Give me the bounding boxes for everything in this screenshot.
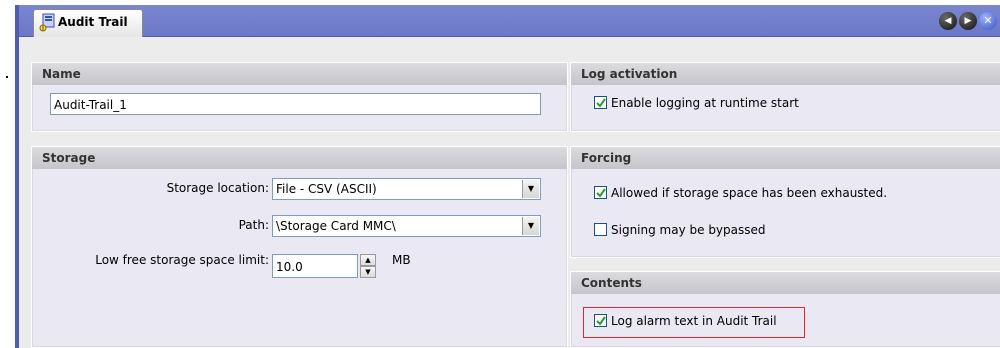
chevron-down-icon[interactable]: ▼: [522, 180, 539, 198]
storage-limit-input[interactable]: 10.0: [272, 254, 358, 278]
allowed-exhausted-checkbox[interactable]: [594, 186, 607, 199]
enable-logging-option[interactable]: Enable logging at runtime start: [594, 96, 799, 110]
enable-logging-label: Enable logging at runtime start: [611, 96, 799, 110]
storage-panel: Storage Storage location: File - CSV (AS…: [31, 146, 568, 348]
storage-panel-header: Storage: [32, 147, 567, 169]
storage-limit-unit: MB: [392, 253, 411, 267]
next-arrow-icon[interactable]: ▶: [959, 12, 977, 30]
log-alarm-option[interactable]: Log alarm text in Audit Trail: [594, 314, 777, 328]
tab-audit-trail[interactable]: Audit Trail: [33, 9, 143, 38]
audit-trail-icon: [38, 13, 56, 33]
path-value: \Storage Card MMC\: [276, 219, 396, 233]
log-activation-header: Log activation: [571, 63, 1000, 85]
contents-panel: Contents Log alarm text in Audit Trail: [570, 271, 1000, 348]
forcing-header: Forcing: [571, 147, 1000, 169]
name-panel: Name Audit-Trail_1: [31, 62, 568, 132]
editor-content: Name Audit-Trail_1 Storage Storage locat…: [19, 37, 1000, 348]
allowed-exhausted-label: Allowed if storage space has been exhaus…: [611, 186, 888, 200]
path-label: Path:: [238, 218, 269, 232]
tab-label: Audit Trail: [58, 15, 128, 29]
log-alarm-label: Log alarm text in Audit Trail: [611, 314, 777, 328]
log-activation-panel: Log activation Enable logging at runtime…: [570, 62, 1000, 132]
name-field[interactable]: Audit-Trail_1: [50, 93, 541, 115]
allowed-exhausted-option[interactable]: Allowed if storage space has been exhaus…: [594, 186, 887, 200]
path-select[interactable]: \Storage Card MMC\ ▼: [272, 215, 541, 237]
spin-up-icon[interactable]: ▲: [360, 254, 376, 266]
stray-dot: [6, 76, 8, 78]
signing-bypassed-checkbox[interactable]: [594, 223, 607, 236]
spin-down-icon[interactable]: ▼: [360, 266, 376, 278]
chevron-down-icon[interactable]: ▼: [522, 217, 539, 235]
editor-tab-strip: Audit Trail ◀ ▶ ✕: [19, 5, 1000, 38]
enable-logging-checkbox[interactable]: [594, 96, 607, 109]
name-panel-header: Name: [32, 63, 567, 85]
storage-limit-stepper[interactable]: ▲ ▼: [360, 254, 376, 278]
previous-arrow-icon[interactable]: ◀: [939, 12, 957, 30]
storage-location-label: Storage location:: [166, 181, 269, 195]
log-alarm-checkbox[interactable]: [594, 314, 607, 327]
forcing-panel: Forcing Allowed if storage space has bee…: [570, 146, 1000, 258]
storage-location-select[interactable]: File - CSV (ASCII) ▼: [272, 178, 541, 200]
storage-location-value: File - CSV (ASCII): [276, 182, 377, 196]
close-icon[interactable]: ✕: [979, 12, 997, 30]
signing-bypassed-option[interactable]: Signing may be bypassed: [594, 223, 766, 237]
signing-bypassed-label: Signing may be bypassed: [611, 223, 766, 237]
storage-limit-label: Low free storage space limit:: [95, 253, 269, 267]
contents-header: Contents: [571, 272, 1000, 294]
